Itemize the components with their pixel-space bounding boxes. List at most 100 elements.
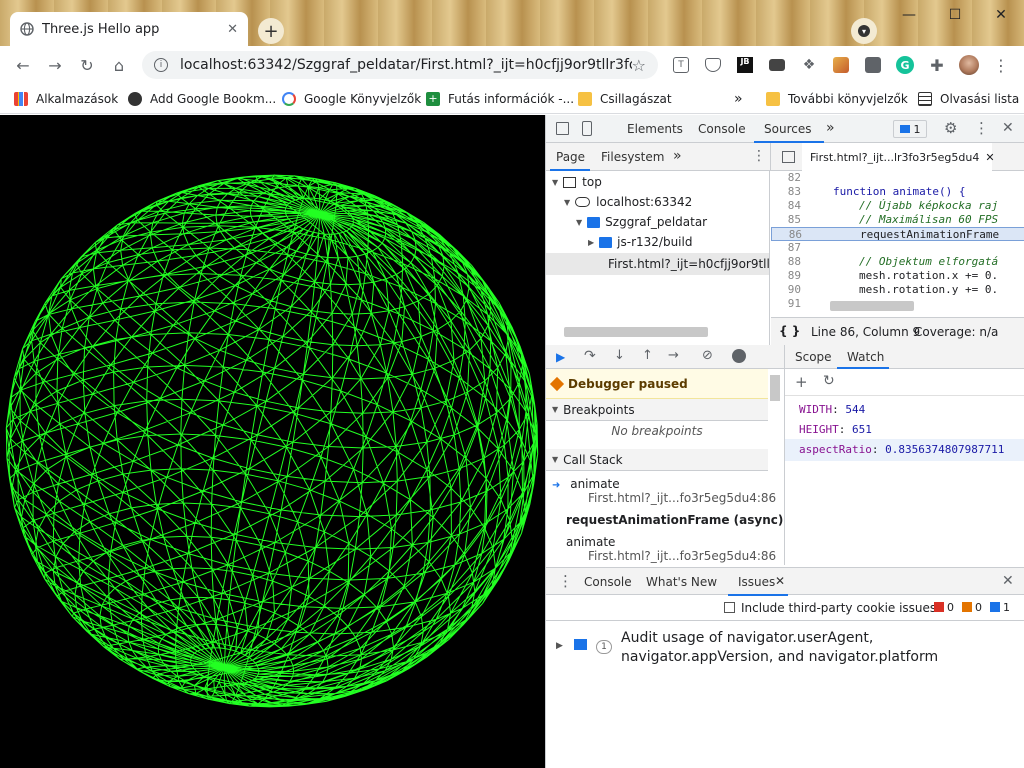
bookmark-reading-list[interactable]: Olvasási lista	[918, 90, 1019, 108]
back-button[interactable]: ←	[12, 54, 34, 76]
third-party-label: Include third-party cookie issues	[741, 601, 937, 615]
deactivate-breakpoints-icon[interactable]: ⊘	[702, 348, 713, 363]
inspect-element-icon[interactable]	[556, 122, 569, 135]
pause-on-exceptions-icon[interactable]	[732, 349, 746, 363]
home-button[interactable]: ⌂	[108, 54, 130, 76]
bookmark-google-bookmarks[interactable]: Google Könyvjelzők	[282, 90, 421, 108]
no-breakpoints-text: No breakpoints	[611, 424, 703, 438]
issue-row[interactable]: ▶ 1 Audit usage of navigator.userAgent, …	[546, 627, 1024, 675]
reading-list-icon	[918, 92, 932, 106]
devtools-menu-icon[interactable]: ⋮	[974, 119, 989, 137]
close-drawer-icon[interactable]: ✕	[1002, 573, 1014, 589]
tab-sources[interactable]: Sources	[764, 122, 811, 136]
editor-file-tab[interactable]: First.html?_ijt...lr3fo3r5eg5du4 ✕	[802, 143, 995, 171]
code-editor[interactable]: 82 83 function animate() { 84// Újabb kép…	[771, 171, 1024, 315]
new-tab-button[interactable]: +	[258, 18, 284, 44]
step-into-icon[interactable]: ↓	[614, 348, 625, 363]
watch-item-aspect[interactable]: aspectRatio: 0.8356374807987711	[785, 439, 1024, 461]
nav-more-icon[interactable]: »	[673, 148, 682, 164]
close-file-icon[interactable]: ✕	[985, 151, 994, 164]
error-icon	[934, 602, 944, 612]
tab-watch[interactable]: Watch	[847, 350, 884, 364]
bookmark-astronomy[interactable]: Csillagászat	[578, 90, 672, 108]
globe-icon	[128, 92, 142, 106]
info-count-icon	[990, 602, 1000, 612]
browser-tab[interactable]: Three.js Hello app ✕	[10, 12, 248, 46]
ext-jetbrains-icon[interactable]: JB	[734, 54, 756, 76]
call-frame-0-location: First.html?_ijt...fo3r5eg5du4:86	[588, 491, 777, 505]
drawer-tab-issues[interactable]: Issues	[738, 575, 775, 589]
step-over-icon[interactable]: ↷	[584, 348, 596, 364]
extensions-puzzle-icon[interactable]: ✚	[926, 54, 948, 76]
close-window-button[interactable]: ✕	[978, 0, 1024, 30]
reload-button[interactable]: ↻	[76, 54, 98, 76]
bookmarks-more-button[interactable]: »	[734, 90, 743, 108]
call-stack-section-header[interactable]: ▼ Call Stack	[546, 449, 768, 471]
message-icon	[899, 125, 910, 133]
bookmark-other[interactable]: További könyvjelzők	[766, 90, 908, 108]
sidebar-scrollbar[interactable]	[770, 375, 780, 401]
bookmark-run-info[interactable]: + Futás információk -...	[426, 90, 574, 108]
add-watch-icon[interactable]: +	[795, 373, 808, 391]
nav-tab-page[interactable]: Page	[556, 150, 585, 164]
issues-counter-button[interactable]: 1	[893, 120, 927, 138]
editor-hscrollbar[interactable]	[830, 301, 914, 311]
ext-pocket-icon[interactable]	[702, 54, 724, 76]
warning-count-icon	[962, 602, 972, 612]
watch-item-width[interactable]: WIDTH: 544	[799, 403, 865, 416]
settings-gear-icon[interactable]: ⚙	[944, 119, 957, 137]
step-icon[interactable]: →	[668, 348, 679, 363]
bookmark-apps[interactable]: Alkalmazások	[14, 90, 118, 108]
minimize-button[interactable]: —	[886, 0, 932, 30]
expand-issue-icon[interactable]: ▶	[556, 641, 563, 651]
maximize-button[interactable]: ☐	[932, 0, 978, 30]
tab-close-icon[interactable]: ✕	[227, 22, 238, 37]
code-line-85: // Maximálisan 60 FPS	[859, 213, 999, 226]
ext-dropbox-icon[interactable]: ❖	[798, 54, 820, 76]
webgl-canvas[interactable]	[0, 115, 545, 768]
close-devtools-icon[interactable]: ✕	[1002, 120, 1014, 136]
tree-item-szggraf[interactable]: ▼ Szggraf_peldatar	[576, 215, 707, 229]
tree-item-build[interactable]: ▶ js-r132/build	[588, 235, 692, 249]
step-out-icon[interactable]: ↑	[642, 348, 653, 363]
star-icon[interactable]: ☆	[632, 56, 646, 75]
toggle-navigator-icon[interactable]	[782, 151, 795, 163]
tab-console[interactable]: Console	[698, 122, 746, 136]
devtools-panel: Elements Console Sources » 1 ⚙ ⋮ ✕ Page …	[545, 115, 1024, 768]
navigator-scrollbar[interactable]	[564, 327, 708, 337]
tab-scope[interactable]: Scope	[795, 350, 832, 364]
ext-paint-icon[interactable]	[830, 54, 852, 76]
tab-search-button[interactable]: ▾	[851, 18, 877, 44]
call-frame-0[interactable]: ➜ animate	[552, 477, 620, 491]
device-toolbar-icon[interactable]	[582, 121, 592, 136]
drawer-menu-icon[interactable]: ⋮	[558, 572, 573, 590]
drawer-tab-whats-new[interactable]: What's New	[646, 575, 717, 589]
tab-elements[interactable]: Elements	[627, 122, 683, 136]
call-frame-2[interactable]: animate	[566, 535, 615, 549]
watch-item-height[interactable]: HEIGHT: 651	[799, 423, 872, 436]
ext-grammarly-icon[interactable]: G	[894, 54, 916, 76]
close-issues-tab-icon[interactable]: ✕	[775, 574, 785, 588]
breakpoints-section-header[interactable]: ▼ Breakpoints	[546, 399, 768, 421]
third-party-checkbox[interactable]	[724, 602, 735, 613]
ext-profile-card-icon[interactable]	[862, 54, 884, 76]
resume-icon[interactable]: ▶	[556, 350, 565, 364]
forward-button[interactable]: →	[44, 54, 66, 76]
refresh-watch-icon[interactable]: ↻	[823, 373, 835, 389]
info-count: 1	[1003, 601, 1010, 614]
tree-item-localhost[interactable]: ▼ localhost:63342	[564, 195, 692, 209]
pretty-print-icon[interactable]: { }	[779, 324, 800, 338]
drawer-tab-console[interactable]: Console	[584, 575, 632, 589]
nav-menu-icon[interactable]: ⋮	[752, 148, 766, 164]
tree-item-first-html[interactable]: First.html?_ijt=h0cfjj9or9tllr3	[546, 253, 769, 275]
menu-kebab-icon[interactable]: ⋮	[990, 54, 1012, 76]
address-bar[interactable]: i localhost:63342/Szggraf_peldatar/First…	[142, 51, 658, 79]
bookmark-add-google[interactable]: Add Google Bookm...	[128, 90, 276, 108]
nav-tab-filesystem[interactable]: Filesystem	[601, 150, 664, 164]
call-frame-2-location: First.html?_ijt...fo3r5eg5du4:86	[588, 549, 777, 563]
ext-camera-icon[interactable]	[766, 54, 788, 76]
profile-avatar[interactable]	[958, 54, 980, 76]
more-tabs-icon[interactable]: »	[826, 120, 835, 136]
tree-item-top[interactable]: ▼ top	[552, 175, 602, 189]
ext-translate-icon[interactable]: T	[670, 54, 692, 76]
